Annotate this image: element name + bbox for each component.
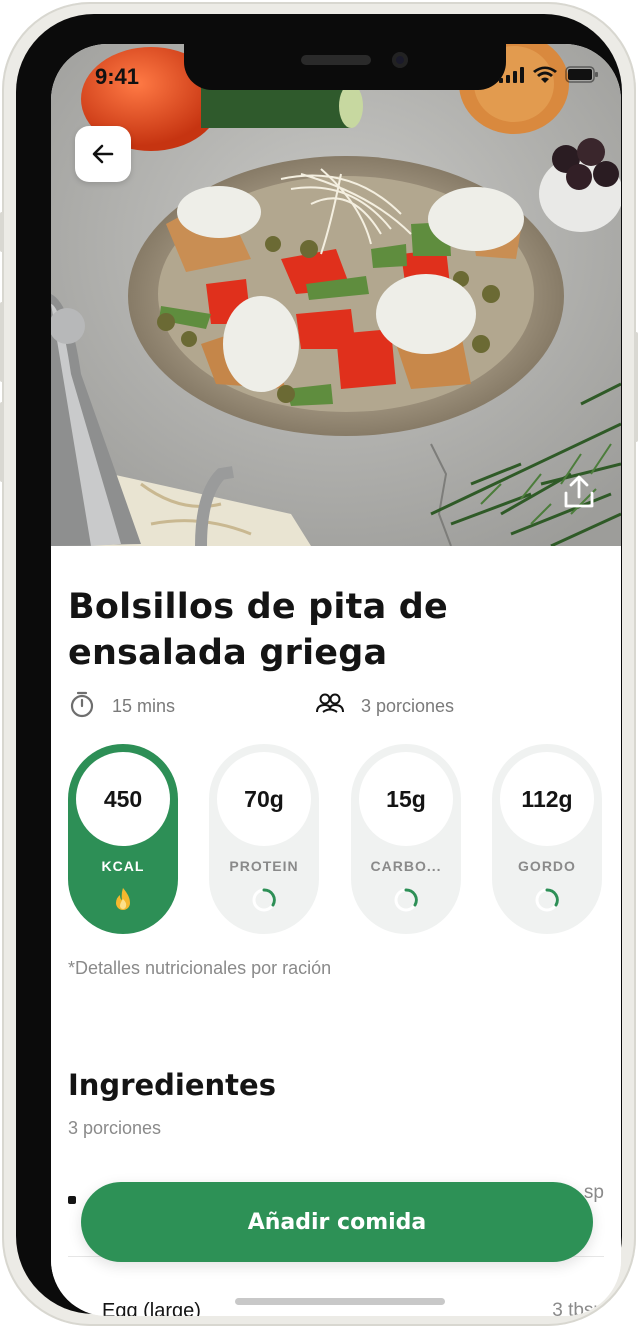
nutrition-label: KCAL <box>101 858 145 874</box>
back-button[interactable] <box>75 126 131 182</box>
nutrition-protein[interactable]: 70g PROTEIN <box>209 744 319 934</box>
status-icons <box>499 66 599 83</box>
wifi-icon <box>533 66 557 83</box>
signal-icon <box>499 67 525 83</box>
nutrition-label: GORDO <box>518 858 576 874</box>
bezel: 9:41 Bolsillos de pita de ensalada grieg… <box>16 14 622 1316</box>
phone-frame: 9:41 Bolsillos de pita de ensalada grieg… <box>0 2 638 1326</box>
recipe-hero-image: 9:41 <box>51 44 621 546</box>
nutrition-note: *Detalles nutricionales por ración <box>68 958 332 978</box>
ingredients-servings: 3 porciones <box>68 1118 162 1138</box>
volume-up-button <box>0 302 4 382</box>
prep-time-text: 15 mins <box>112 696 176 716</box>
people-icon <box>315 690 345 723</box>
progress-ring-icon <box>250 886 278 914</box>
screen: 9:41 Bolsillos de pita de ensalada grieg… <box>51 44 621 1316</box>
nutrition-value: 450 <box>76 752 170 846</box>
device-notch <box>184 44 506 90</box>
battery-icon <box>565 66 599 83</box>
recipe-title: Bolsillos de pita de ensalada griega <box>68 587 448 673</box>
ingredients-title: Ingredientes <box>68 1068 276 1102</box>
nutrition-kcal[interactable]: 450 KCAL <box>68 744 178 934</box>
back-arrow-icon <box>90 141 116 167</box>
nutrition-carbs[interactable]: 15g CARBO... <box>351 744 461 934</box>
nutrition-fat[interactable]: 112g GORDO <box>492 744 602 934</box>
volume-down-button <box>0 402 4 482</box>
progress-ring-icon <box>533 886 561 914</box>
nutrition-value: 15g <box>359 752 453 846</box>
add-meal-button[interactable]: Añadir comida <box>81 1182 593 1262</box>
flame-icon <box>109 886 137 914</box>
servings-text: 3 porciones <box>361 696 455 716</box>
mute-switch <box>0 212 4 252</box>
progress-ring-icon <box>392 886 420 914</box>
nutrition-label: CARBO... <box>370 858 442 874</box>
timer-icon <box>68 690 96 723</box>
bullet-icon <box>68 1196 76 1204</box>
power-button <box>634 332 638 442</box>
nutrition-label: PROTEIN <box>229 858 299 874</box>
nutrition-value: 70g <box>217 752 311 846</box>
front-camera <box>392 52 408 68</box>
ingredient-name: Egg (large) <box>102 1300 201 1316</box>
earpiece-speaker <box>301 55 371 65</box>
share-button[interactable] <box>559 472 599 512</box>
status-time: 9:41 <box>95 64 140 89</box>
nutrition-value: 112g <box>500 752 594 846</box>
prep-time: 15 mins <box>68 690 175 723</box>
recipe-details: Bolsillos de pita de ensalada griega 15 … <box>51 546 621 1316</box>
home-indicator <box>235 1298 445 1305</box>
share-icon <box>563 475 595 509</box>
ingredient-qty: 3 tbsp <box>552 1300 604 1316</box>
servings-meta: 3 porciones <box>315 690 454 723</box>
